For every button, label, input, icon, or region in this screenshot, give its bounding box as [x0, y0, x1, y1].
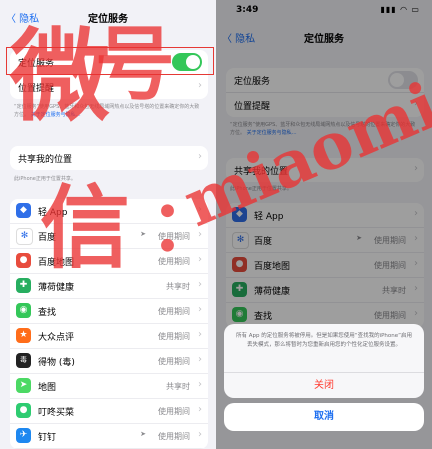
app-icon-dianping: ★ — [16, 328, 31, 343]
app-icon-mint-health: ✚ — [16, 278, 31, 293]
app-status: 使用期间 — [158, 407, 190, 416]
app-name: 查找 — [38, 308, 57, 318]
app-row[interactable]: ✈ 钉钉 ➤ 使用期间 › — [10, 424, 208, 449]
app-icon-light: ◆ — [16, 203, 31, 218]
app-name: 叮咚买菜 — [38, 408, 75, 418]
app-icon-find-my: ◉ — [16, 303, 31, 318]
watermark-char: 信 — [40, 175, 130, 281]
right-screenshot: 3:49 ▮▮▮ ◠ ▭ 〈 隐私 定位服务 定位服务 位置提醒 › “定位服务… — [216, 0, 432, 449]
app-row[interactable]: ◉ 查找 使用期间 › — [10, 299, 208, 324]
app-icon-baidu: ✻ — [16, 228, 33, 245]
chevron-right-icon: › — [198, 404, 202, 415]
app-status: 使用期间 — [158, 307, 190, 316]
app-row[interactable]: ★ 大众点评 使用期间 › — [10, 324, 208, 349]
app-icon-dewu: 毒 — [16, 353, 31, 368]
location-arrow-icon: ➤ — [140, 430, 146, 438]
app-name: 钉钉 — [38, 433, 57, 443]
app-row[interactable]: ➤ 地图 共享时 › — [10, 374, 208, 399]
chevron-right-icon: › — [198, 80, 202, 91]
action-sheet: 所有 App 的定位服务将被停用。但是如果您使用“查找我的iPhone”启用丢失… — [224, 324, 424, 398]
chevron-right-icon: › — [198, 429, 202, 440]
watermark-char: 号 — [95, 17, 175, 111]
app-status: 共享时 — [166, 382, 190, 391]
app-name: 得物 (毒) — [38, 358, 75, 368]
chevron-right-icon: › — [198, 279, 202, 290]
app-row[interactable]: ● 叮咚买菜 使用期间 › — [10, 399, 208, 424]
app-icon-dingtalk: ✈ — [16, 428, 31, 443]
close-button[interactable]: 关闭 — [224, 372, 424, 398]
cancel-button[interactable]: 取消 — [224, 403, 424, 431]
app-icon-maps: ➤ — [16, 378, 31, 393]
app-status: 使用期间 — [158, 357, 190, 366]
app-icon-dingdong: ● — [16, 403, 31, 418]
chevron-right-icon: › — [198, 354, 202, 365]
app-name: 大众点评 — [38, 333, 75, 343]
action-sheet-message: 所有 App 的定位服务将被停用。但是如果您使用“查找我的iPhone”启用丢失… — [235, 333, 412, 348]
location-arrow-icon: ➤ — [140, 230, 146, 238]
app-icon-baidu-map: ● — [16, 253, 31, 268]
app-status: 共享时 — [166, 282, 190, 291]
chevron-right-icon: › — [198, 329, 202, 340]
chevron-right-icon: › — [198, 304, 202, 315]
app-name: 地图 — [38, 383, 57, 393]
app-row[interactable]: 毒得物 (毒) 使用期间 › — [10, 349, 208, 374]
app-status: 使用期间 — [158, 432, 190, 441]
chevron-right-icon: › — [198, 379, 202, 390]
app-status: 使用期间 — [158, 332, 190, 341]
